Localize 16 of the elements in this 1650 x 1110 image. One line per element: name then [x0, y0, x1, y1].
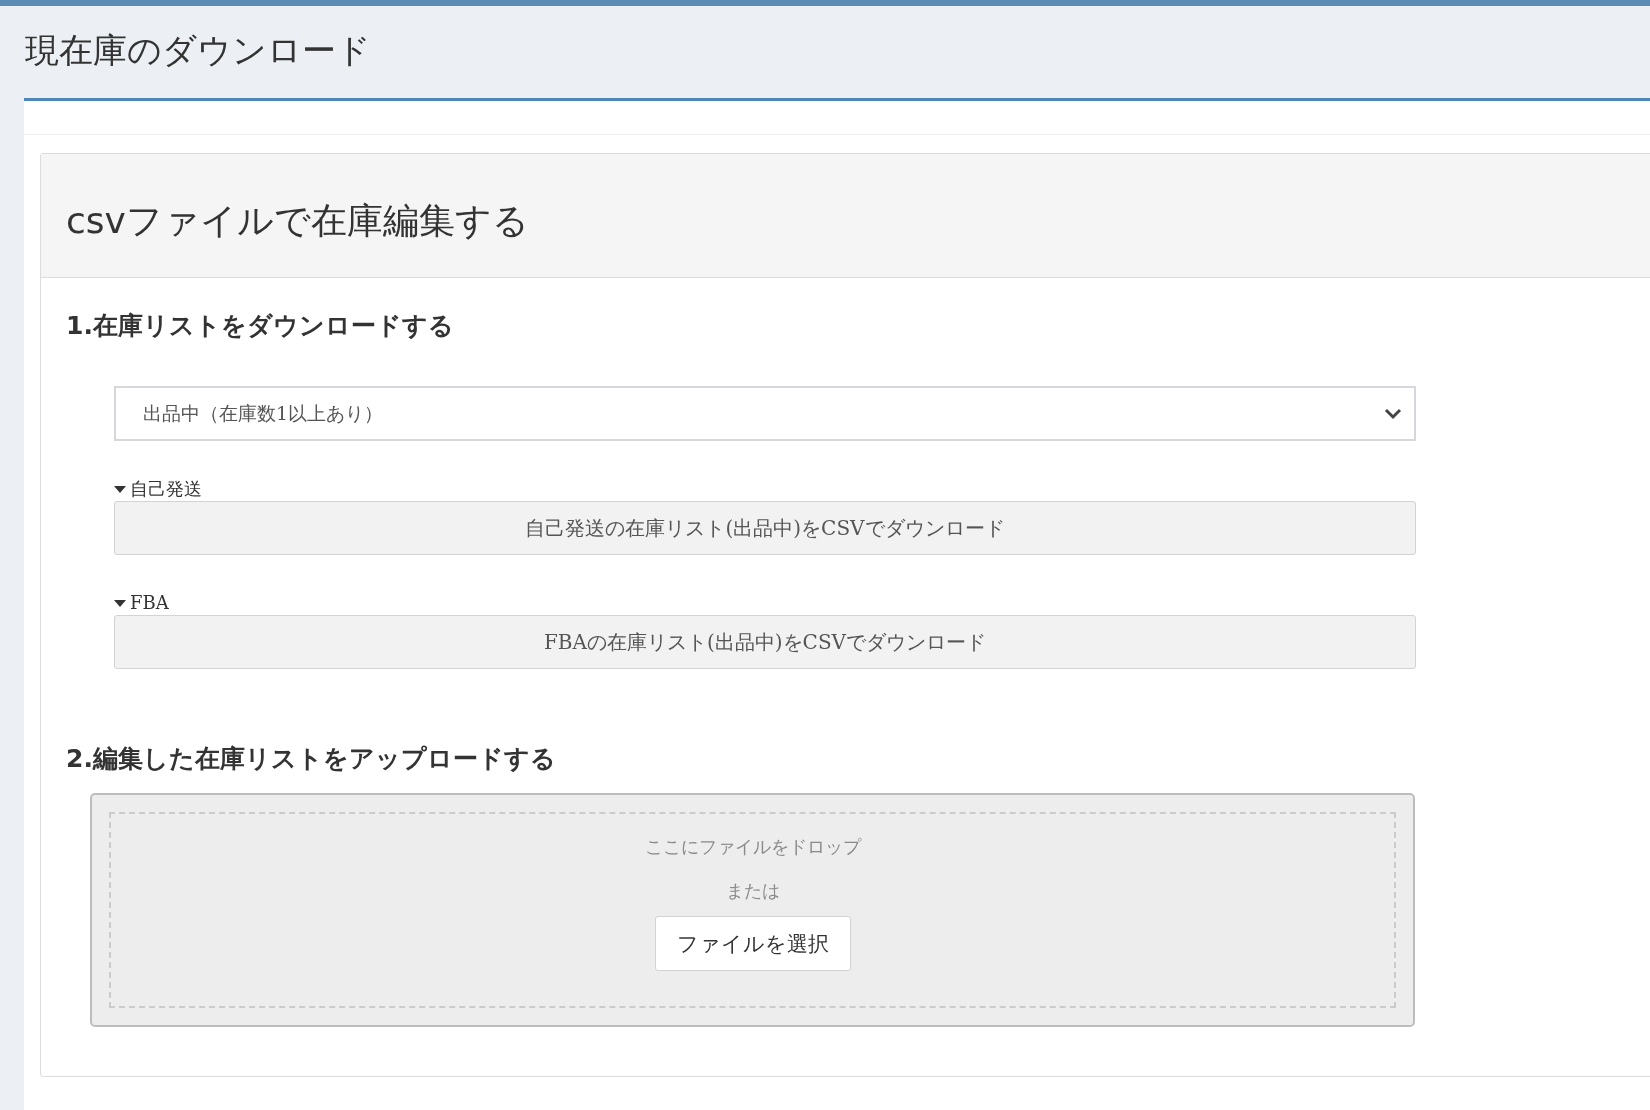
group-label[interactable]: FBA [130, 591, 169, 615]
caret-down-icon[interactable] [114, 599, 126, 607]
page-title: 現在庫のダウンロード [24, 29, 372, 72]
card-title: csvファイルで在庫編集する [66, 199, 530, 243]
chevron-down-icon [1384, 407, 1402, 420]
download-button[interactable]: 自己発送の在庫リスト(出品中)をCSVでダウンロード [114, 501, 1416, 555]
group-label[interactable]: 自己発送 [130, 477, 202, 501]
drop-zone[interactable]: ここにファイルをドロップ または ファイルを選択 [90, 793, 1415, 1027]
download-button[interactable]: FBAの在庫リスト(出品中)をCSVでダウンロード [114, 615, 1416, 669]
caret-down-icon[interactable] [114, 485, 126, 493]
or-text: または [725, 879, 780, 903]
section-heading: 2.編集した在庫リストをアップロードする [66, 743, 557, 775]
section-heading: 1.在庫リストをダウンロードする [66, 310, 455, 342]
choose-file-button[interactable]: ファイルを選択 [654, 916, 851, 971]
status-dropdown[interactable]: 出品中（在庫数1以上あり） [114, 386, 1416, 441]
drop-hint: ここにファイルをドロップ [644, 835, 861, 859]
